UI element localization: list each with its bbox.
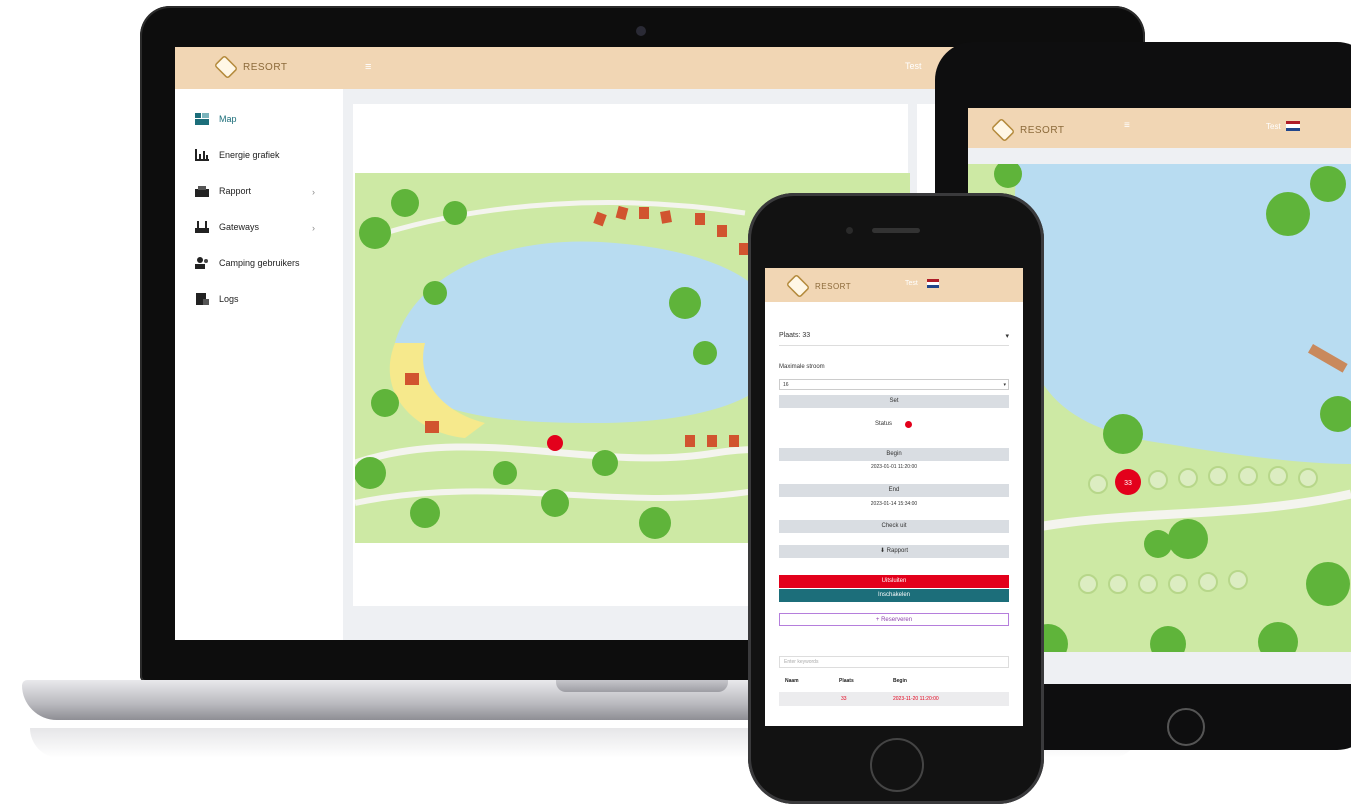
- logs-icon: [195, 293, 209, 305]
- hamburger-menu-icon[interactable]: ≡: [1124, 120, 1130, 131]
- set-button[interactable]: Set: [779, 395, 1009, 408]
- chevron-right-icon: ›: [312, 187, 315, 197]
- table-header-begin[interactable]: Begin: [893, 678, 907, 684]
- reserveren-button[interactable]: + Reserveren: [779, 613, 1009, 626]
- sidebar-item-energie-grafiek[interactable]: Energie grafiek: [195, 149, 280, 161]
- phone-screen: RESORT Test Plaats: 33 ▾ Maximale stroom…: [765, 268, 1023, 726]
- table-cell-begin: 2023-11-20 11:20:00: [893, 696, 939, 702]
- rapport-button[interactable]: ⬇ Rapport: [779, 545, 1009, 558]
- tablet-topbar: RESORT ≡ Test: [968, 108, 1351, 148]
- sidebar-item-logs[interactable]: Logs: [195, 293, 239, 305]
- netherlands-flag-icon[interactable]: [1286, 121, 1300, 131]
- logo-badge-icon: [213, 54, 239, 80]
- chevron-right-icon: ›: [312, 223, 315, 233]
- table-row[interactable]: 33 2023-11-20 11:20:00: [779, 692, 1009, 706]
- plaats-select-value: Plaats: 33: [779, 332, 811, 339]
- chart-icon: [195, 149, 209, 161]
- phone-topbar: RESORT Test: [765, 268, 1023, 302]
- laptop-user-label[interactable]: Test: [905, 61, 922, 71]
- laptop-logo[interactable]: RESORT: [213, 54, 288, 80]
- laptop-sidebar: Map Energie grafiek Rapport › Gateways ›…: [175, 89, 343, 640]
- laptop-notch: [556, 680, 728, 692]
- sidebar-item-label: Energie grafiek: [219, 150, 280, 160]
- table-cell-plaats: 33: [841, 696, 847, 702]
- hamburger-menu-icon[interactable]: ≡: [365, 61, 371, 73]
- logo-badge-icon: [785, 273, 811, 299]
- netherlands-flag-icon[interactable]: [927, 279, 939, 288]
- chevron-down-icon: ▾: [1003, 382, 1006, 388]
- sidebar-item-map[interactable]: Map: [195, 113, 237, 125]
- tablet-home-button[interactable]: [1167, 708, 1205, 746]
- max-stroom-select[interactable]: 16 ▾: [779, 379, 1009, 390]
- map-icon: [195, 113, 209, 125]
- search-input[interactable]: Enter keywords: [779, 656, 1009, 668]
- status-label: Status: [875, 421, 893, 427]
- users-icon: [195, 257, 209, 269]
- sidebar-item-label: Map: [219, 114, 237, 124]
- tablet-user-label[interactable]: Test: [1266, 122, 1281, 131]
- phone-camera: [846, 227, 853, 234]
- rapport-button-label: Rapport: [886, 548, 909, 554]
- download-icon: ⬇: [879, 548, 887, 554]
- end-button[interactable]: End: [779, 484, 1009, 497]
- phone-home-button[interactable]: [870, 738, 924, 792]
- tablet-logo[interactable]: RESORT: [990, 117, 1065, 143]
- sidebar-item-label: Camping gebruikers: [219, 258, 300, 268]
- laptop-camera: [636, 26, 646, 36]
- begin-value: 2023-01-01 11:20:00: [870, 464, 918, 470]
- sidebar-item-label: Logs: [219, 294, 239, 304]
- report-icon: [195, 185, 209, 197]
- logo-badge-icon: [990, 117, 1016, 143]
- phone-logo[interactable]: RESORT: [785, 273, 852, 299]
- tablet-logo-text: RESORT: [1020, 124, 1065, 136]
- table-header-naam[interactable]: Naam: [785, 678, 799, 684]
- phone-logo-text: RESORT: [815, 281, 852, 291]
- sidebar-item-label: Gateways: [219, 222, 260, 232]
- max-stroom-label: Maximale stroom: [779, 364, 825, 370]
- end-value: 2023-01-14 15:34:00: [870, 501, 918, 507]
- phone-user-label[interactable]: Test: [905, 280, 918, 287]
- sidebar-item-gateways[interactable]: Gateways: [195, 221, 259, 233]
- table-header-plaats[interactable]: Plaats: [839, 678, 854, 684]
- sidebar-item-camping-gebruikers[interactable]: Camping gebruikers: [195, 257, 300, 269]
- sidebar-item-label: Rapport: [219, 186, 252, 196]
- status-dot-icon: [905, 421, 912, 428]
- chevron-down-icon: ▾: [1005, 333, 1009, 340]
- plaats-select[interactable]: Plaats: 33 ▾: [779, 332, 1009, 346]
- begin-button[interactable]: Begin: [779, 448, 1009, 461]
- uitsluiten-button[interactable]: Uitsluiten: [779, 575, 1009, 588]
- max-stroom-value: 16: [783, 382, 789, 388]
- phone-speaker: [872, 228, 920, 233]
- inschakelen-button[interactable]: Inschakelen: [779, 589, 1009, 602]
- laptop-logo-text: RESORT: [243, 61, 288, 73]
- tablet-marker-label: 33: [1124, 480, 1132, 487]
- check-uit-button[interactable]: Check uit: [779, 520, 1009, 533]
- sidebar-item-rapport[interactable]: Rapport: [195, 185, 251, 197]
- gateway-icon: [195, 221, 209, 233]
